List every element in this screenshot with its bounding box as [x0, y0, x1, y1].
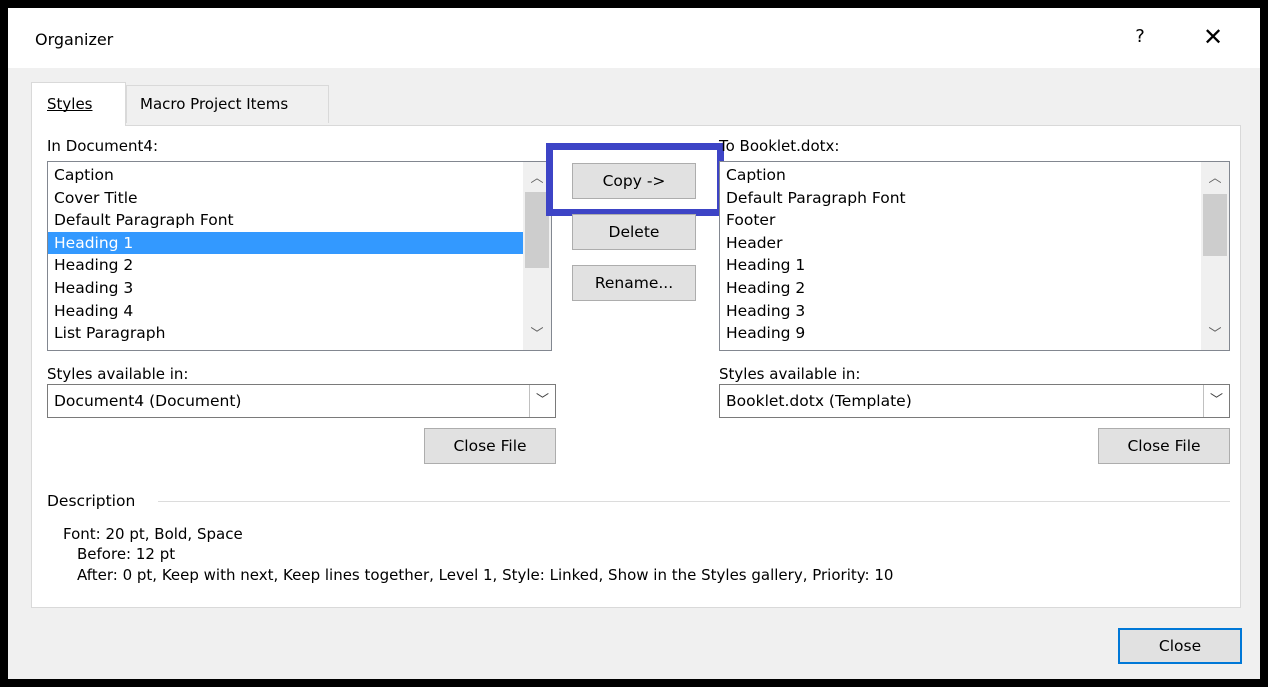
description-divider	[158, 501, 1230, 502]
right-styles-available-select[interactable]: Booklet.dotx (Template) ﹀	[719, 384, 1230, 418]
list-item[interactable]: Footer	[720, 209, 1200, 232]
scroll-down-icon[interactable]: ﹀	[523, 324, 551, 346]
description-label: Description	[47, 492, 144, 510]
list-item[interactable]: Heading 2	[720, 277, 1200, 300]
tab-styles-label: Styles	[47, 95, 93, 113]
title-bar: Organizer ? ✕	[8, 8, 1260, 68]
help-button[interactable]: ?	[1125, 22, 1155, 52]
dialog-title: Organizer	[35, 30, 114, 49]
list-item[interactable]: Header	[720, 232, 1200, 255]
scroll-thumb[interactable]	[1203, 194, 1227, 256]
copy-button[interactable]: Copy ->	[572, 163, 696, 199]
list-item[interactable]: Heading 3	[720, 300, 1200, 323]
left-list-label: In Document4:	[47, 137, 159, 155]
right-styles-list[interactable]: Caption Default Paragraph Font Footer He…	[719, 161, 1230, 351]
right-list-label: To Booklet.dotx:	[719, 137, 840, 155]
list-item[interactable]: Heading 3	[48, 277, 524, 300]
description-line: After: 0 pt, Keep with next, Keep lines …	[77, 566, 894, 584]
list-item[interactable]: Caption	[720, 164, 1200, 187]
right-available-value: Booklet.dotx (Template)	[726, 392, 912, 410]
left-styles-available-select[interactable]: Document4 (Document) ﹀	[47, 384, 556, 418]
list-item[interactable]: Default Paragraph Font	[720, 187, 1200, 210]
description-line: Before: 12 pt	[77, 545, 176, 563]
chevron-down-icon[interactable]: ﹀	[1203, 385, 1229, 417]
list-item[interactable]: Heading 4	[48, 300, 524, 323]
scroll-down-icon[interactable]: ﹀	[1201, 324, 1229, 346]
list-item[interactable]: Default Paragraph Font	[48, 209, 524, 232]
organizer-dialog: Organizer ? ✕ Styles Macro Project Items…	[8, 8, 1260, 679]
scroll-up-icon[interactable]: ︿	[523, 168, 551, 190]
left-close-file-button[interactable]: Close File	[424, 428, 556, 464]
left-list-scrollbar[interactable]: ︿ ﹀	[523, 162, 551, 350]
list-item[interactable]: Caption	[48, 164, 524, 187]
scroll-thumb[interactable]	[525, 192, 549, 268]
list-item[interactable]: Heading 9	[720, 322, 1200, 345]
list-item-selected[interactable]: Heading 1	[48, 231, 524, 255]
list-item[interactable]: List Paragraph	[48, 322, 524, 345]
delete-button[interactable]: Delete	[572, 214, 696, 250]
list-item[interactable]: Heading 2	[48, 254, 524, 277]
left-available-label: Styles available in:	[47, 365, 189, 383]
scroll-up-icon[interactable]: ︿	[1201, 168, 1229, 190]
tab-macro-project-items[interactable]: Macro Project Items	[126, 85, 329, 123]
left-available-value: Document4 (Document)	[54, 392, 242, 410]
left-styles-list[interactable]: Caption Cover Title Default Paragraph Fo…	[47, 161, 552, 351]
close-window-button[interactable]: ✕	[1196, 22, 1230, 52]
rename-button[interactable]: Rename...	[572, 265, 696, 301]
right-list-scrollbar[interactable]: ︿ ﹀	[1201, 162, 1229, 350]
tab-macro-project-items-label: Macro Project Items	[140, 95, 289, 113]
right-close-file-button[interactable]: Close File	[1098, 428, 1230, 464]
right-available-label: Styles available in:	[719, 365, 861, 383]
description-line: Font: 20 pt, Bold, Space	[63, 525, 243, 543]
close-button[interactable]: Close	[1118, 628, 1242, 664]
tab-styles[interactable]: Styles	[31, 82, 126, 126]
chevron-down-icon[interactable]: ﹀	[529, 385, 555, 417]
list-item[interactable]: Heading 1	[720, 254, 1200, 277]
list-item[interactable]: Cover Title	[48, 187, 524, 210]
